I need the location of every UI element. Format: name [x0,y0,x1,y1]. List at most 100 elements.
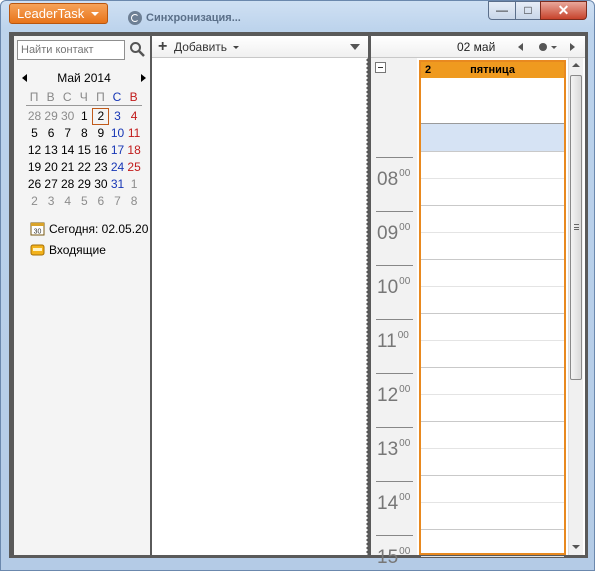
sync-icon [128,11,142,25]
calendar-day[interactable]: 3 [43,193,60,210]
grip-icon [574,224,579,230]
hour-label: 1500 [377,546,411,568]
time-slot-line [421,502,564,503]
calendar-day[interactable]: 28 [59,176,76,193]
next-month-icon[interactable] [141,74,146,82]
calendar-day[interactable]: 2 [92,108,110,125]
prev-month-icon[interactable] [22,74,27,82]
left-pane: Май 2014 ПВСЧПСВ 28293012345678910111213… [14,36,150,555]
scroll-down-icon[interactable] [572,545,580,549]
calendar-day[interactable]: 31 [109,176,126,193]
sync-status[interactable]: Синхронизация... [128,10,241,26]
month-label: Май 2014 [57,71,111,85]
weekday-label: С [62,90,72,104]
day-view-toolbar: 02 май [371,36,585,58]
calendar-day[interactable]: 20 [43,159,60,176]
calendar-icon: 30 [30,222,45,236]
hour-label: 1000 [377,276,411,298]
time-gutter: 0800 0900 1000 1100 1200 1300 1400 1500 [371,58,417,568]
calendar-day[interactable]: 16 [92,142,109,159]
calendar-day[interactable]: 9 [92,125,109,142]
calendar-day[interactable]: 7 [109,193,126,210]
time-slot-line [421,259,564,260]
mini-calendar-header: Май 2014 [22,70,146,86]
app-menu-label: LeaderTask [17,6,85,21]
calendar-day[interactable]: 2 [26,193,43,210]
hour-label: 1100 [377,330,409,352]
calendar-day[interactable]: 29 [43,108,60,125]
calendar-day[interactable]: 1 [76,108,93,125]
calendar-day[interactable]: 3 [109,108,126,125]
calendar-day[interactable]: 19 [26,159,43,176]
inbox-link[interactable]: Входящие [30,241,148,259]
minimize-icon: — [496,3,508,17]
hour-label: 1300 [377,438,411,460]
time-slot-line [421,448,564,449]
today-link[interactable]: 30 Сегодня: 02.05.2014 [30,220,148,238]
collapse-allday-button[interactable] [375,62,386,73]
calendar-day[interactable]: 13 [43,142,60,159]
add-task-label: Добавить [174,40,228,54]
calendar-day[interactable]: 8 [76,125,93,142]
calendar-day[interactable]: 14 [59,142,76,159]
calendar-day[interactable]: 27 [43,176,60,193]
selected-time-slot[interactable] [421,124,564,151]
calendar-day[interactable]: 15 [76,142,93,159]
prev-day-icon[interactable] [518,43,523,51]
today-dot-icon[interactable] [539,43,547,51]
app-menu-button[interactable]: LeaderTask [9,3,108,24]
calendar-day[interactable]: 10 [109,125,126,142]
calendar-day[interactable]: 24 [109,159,126,176]
maximize-button[interactable]: □ [515,1,541,20]
calendar-day[interactable]: 12 [26,142,43,159]
search-icon[interactable] [129,41,145,57]
calendar-day[interactable]: 22 [76,159,93,176]
calendar-day[interactable]: 25 [126,159,143,176]
calendar-day[interactable]: 30 [92,176,109,193]
day-column[interactable]: 2 пятница [419,60,566,557]
chevron-down-icon[interactable] [551,46,557,49]
calendar-day[interactable]: 29 [76,176,93,193]
dropdown-arrow-icon[interactable] [350,44,360,50]
calendar-day[interactable]: 11 [126,125,143,142]
hour-divider [376,211,413,212]
next-day-icon[interactable] [570,43,575,51]
minimize-button[interactable]: — [488,1,516,20]
calendar-day[interactable]: 7 [59,125,76,142]
splitter-handle[interactable] [366,58,369,555]
time-slot-line [421,286,564,287]
calendar-day[interactable]: 18 [126,142,143,159]
calendar-day[interactable]: 28 [26,108,43,125]
calendar-day[interactable]: 4 [59,193,76,210]
all-day-row[interactable] [421,78,564,124]
calendar-day[interactable]: 5 [76,193,93,210]
hour-divider [376,481,413,482]
calendar-day[interactable]: 30 [59,108,76,125]
time-slot-line [421,340,564,341]
inbox-label: Входящие [49,243,106,257]
scrollbar-thumb[interactable] [570,75,582,380]
calendar-day[interactable]: 26 [26,176,43,193]
calendar-day[interactable]: 6 [92,193,109,210]
close-button[interactable]: ✕ [540,1,587,20]
calendar-day[interactable]: 8 [126,193,143,210]
time-slot-line [421,529,564,530]
scroll-up-icon[interactable] [572,63,580,67]
add-task-button[interactable]: + Добавить [158,36,240,58]
calendar-day[interactable]: 6 [43,125,60,142]
calendar-day[interactable]: 21 [59,159,76,176]
hour-divider [376,535,413,536]
client-area: Май 2014 ПВСЧПСВ 28293012345678910111213… [9,32,588,568]
contact-search-input[interactable] [17,40,125,60]
calendar-day[interactable]: 4 [126,108,143,125]
time-slot-line [421,151,564,152]
svg-text:30: 30 [34,229,42,236]
calendar-day[interactable]: 23 [92,159,109,176]
hour-divider [376,319,413,320]
calendar-day[interactable]: 1 [126,176,143,193]
time-slot-line [421,178,564,179]
calendar-day[interactable]: 5 [26,125,43,142]
vertical-scrollbar[interactable] [568,58,583,555]
calendar-day[interactable]: 17 [109,142,126,159]
hour-divider [376,157,413,158]
